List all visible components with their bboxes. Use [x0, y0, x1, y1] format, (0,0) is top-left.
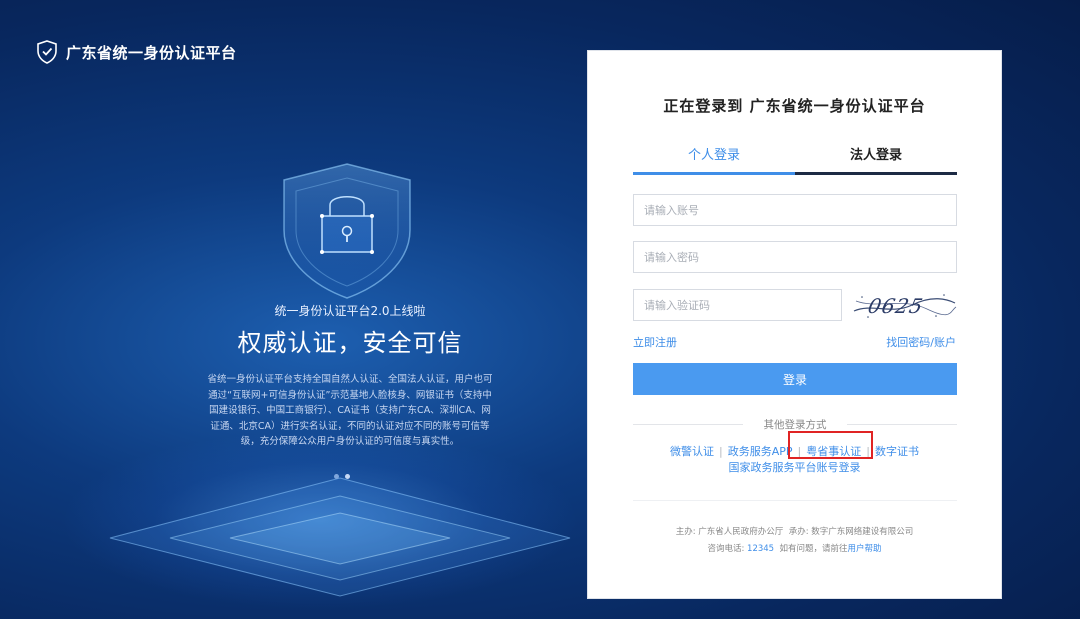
highlight-box: [788, 431, 873, 459]
card-footer: 主办: 广东省人民政府办公厅 承办: 数字广东网络建设有限公司 咨询电话: 12…: [588, 524, 1001, 558]
footer-organizer: 主办: 广东省人民政府办公厅: [675, 527, 784, 537]
other-methods-label: 其他登录方式: [633, 417, 957, 432]
brand-name: 广东省统一身份认证平台: [66, 43, 237, 62]
footer-contractor: 承办: 数字广东网络建设有限公司: [788, 527, 914, 537]
login-card-title: 正在登录到 广东省统一身份认证平台: [663, 97, 926, 115]
hero-description: 省统一身份认证平台支持全国自然人认证、全国法人认证，用户也可通过“互联网+可信身…: [207, 374, 493, 447]
account-input[interactable]: [633, 194, 957, 226]
captcha-code: 0625: [866, 294, 926, 318]
login-tabs: 个人登录 法人登录: [633, 144, 957, 175]
captcha-input[interactable]: [633, 289, 842, 321]
method-wechat-police[interactable]: 微警认证: [670, 445, 714, 458]
captcha-image[interactable]: 0625: [852, 289, 957, 321]
carousel-dot-2[interactable]: [345, 474, 350, 479]
carousel-dot-1[interactable]: [334, 474, 339, 479]
shield-check-icon: [37, 40, 57, 64]
forgot-password-link[interactable]: 找回密码/账户: [886, 334, 956, 350]
national-platform-login-link[interactable]: 国家政务服务平台账号登录: [729, 461, 861, 474]
register-link[interactable]: 立即注册: [633, 334, 677, 350]
footer-divider: [633, 500, 957, 501]
method-gov-app[interactable]: 政务服务APP: [728, 445, 793, 458]
login-button[interactable]: 登录: [633, 363, 957, 395]
login-card: 正在登录到 广东省统一身份认证平台 个人登录 法人登录 0625 立即注册 找回…: [587, 50, 1002, 599]
hero-title: 权威认证，安全可信: [237, 329, 463, 357]
method-digital-cert[interactable]: 数字证书: [875, 445, 919, 458]
hotline-label: 咨询电话:: [707, 544, 745, 554]
hero-subtitle: 统一身份认证平台2.0上线啦: [274, 304, 426, 318]
platform-graphic: [109, 477, 571, 597]
tab-personal-login[interactable]: 个人登录: [633, 144, 795, 175]
help-prefix: 如有问题，请前往: [779, 544, 848, 554]
user-help-link[interactable]: 用户帮助: [848, 544, 882, 554]
tab-legal-person-login[interactable]: 法人登录: [795, 144, 957, 175]
carousel-dots: [334, 474, 350, 479]
hotline-number[interactable]: 12345: [747, 544, 774, 554]
password-input[interactable]: [633, 241, 957, 273]
lock-shield-icon: [283, 163, 411, 299]
brand: 广东省统一身份认证平台: [36, 40, 237, 64]
